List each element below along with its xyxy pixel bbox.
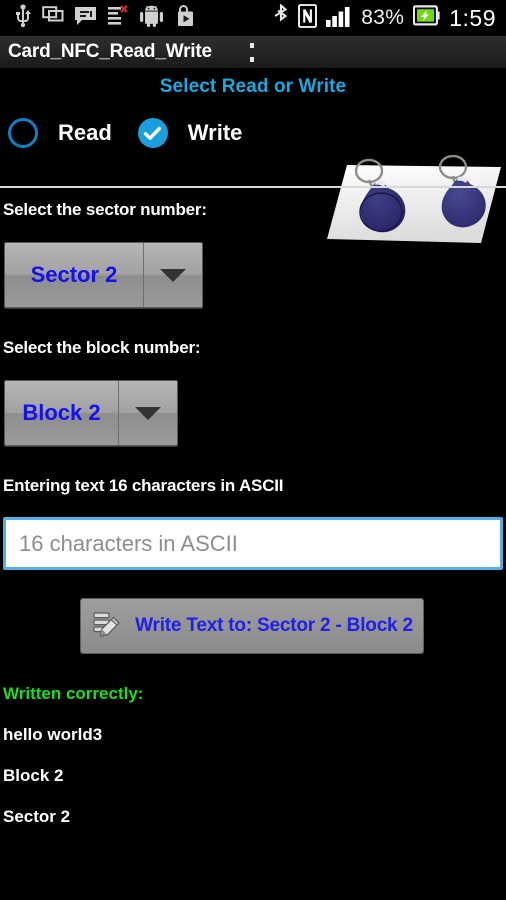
chevron-down-icon[interactable] <box>144 268 202 282</box>
sector-spinner-value: Sector 2 <box>30 262 118 287</box>
android-robot-icon <box>139 5 164 32</box>
result-line-text: hello world3 <box>3 725 103 744</box>
app-title: Card_NFC_Read_Write <box>8 41 212 62</box>
usb-icon <box>14 3 32 33</box>
read-write-radio-group: Read Write <box>0 109 300 157</box>
overflow-menu-icon[interactable] <box>250 43 254 62</box>
write-text-button-label: Write Text to: Sector 2 - Block 2 <box>135 615 413 636</box>
status-bar-right-icons: 83% 1:59 <box>274 2 506 33</box>
ascii-input-label: Entering text 16 characters in ASCII <box>3 476 284 495</box>
result-line-block: Block 2 <box>3 766 64 785</box>
status-bar: 83% 1:59 <box>0 0 506 36</box>
battery-percent-label: 83% <box>361 6 405 29</box>
sector-spinner[interactable]: Sector 2 <box>4 242 203 308</box>
bluetooth-icon <box>274 2 289 33</box>
mode-section-heading: Select Read or Write <box>159 76 347 97</box>
sms-message-icon <box>74 6 97 31</box>
status-bar-left-icons <box>0 3 196 33</box>
task-list-error-icon <box>107 5 129 31</box>
ascii-text-input[interactable]: 16 characters in ASCII <box>3 517 503 570</box>
nfc-icon <box>298 3 318 33</box>
radio-write[interactable] <box>137 118 168 148</box>
result-status: Written correctly: <box>3 684 144 703</box>
block-spinner-value: Block 2 <box>22 400 101 425</box>
sector-label: Select the sector number: <box>3 200 207 219</box>
block-spinner[interactable]: Block 2 <box>4 380 178 446</box>
radio-write-label[interactable]: Write <box>188 120 243 146</box>
nfc-keyfob-tags-photo <box>313 154 503 250</box>
chevron-down-icon[interactable] <box>119 406 177 420</box>
section-divider <box>0 186 506 188</box>
edit-write-icon <box>91 610 125 642</box>
play-store-icon <box>174 4 196 32</box>
clock-label: 1:59 <box>449 4 496 31</box>
write-text-button[interactable]: Write Text to: Sector 2 - Block 2 <box>80 598 424 654</box>
ascii-text-input-placeholder: 16 characters in ASCII <box>19 530 238 556</box>
main-content: Select Read or Write Read Write Select t… <box>0 69 506 900</box>
result-line-sector: Sector 2 <box>3 807 71 826</box>
radio-read-label[interactable]: Read <box>58 120 112 146</box>
check-icon <box>144 126 162 140</box>
block-label: Select the block number: <box>3 338 201 357</box>
title-bar: Card_NFC_Read_Write <box>0 36 506 69</box>
signal-bars-icon <box>326 5 352 32</box>
app-root: 83% 1:59 Card_NFC_Read_Write Select Read… <box>0 0 506 900</box>
battery-charging-icon <box>413 5 440 31</box>
screen-cast-icon <box>42 5 64 31</box>
radio-read[interactable] <box>8 118 38 148</box>
